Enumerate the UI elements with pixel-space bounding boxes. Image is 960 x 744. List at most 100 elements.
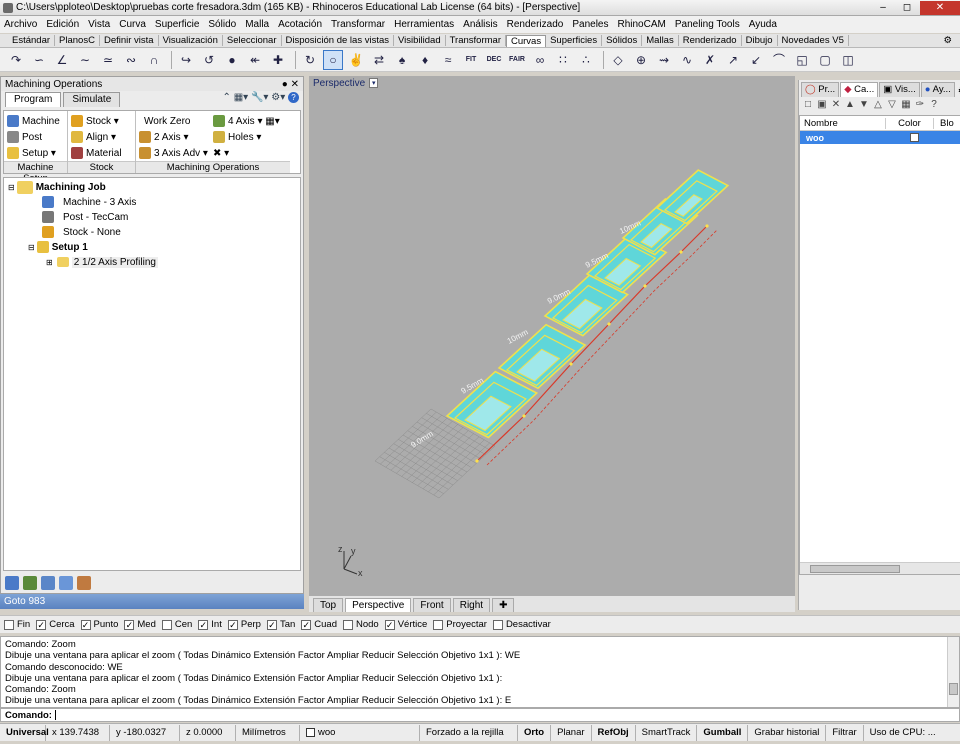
tab-solidos[interactable]: Sólidos bbox=[602, 35, 643, 46]
setup-button[interactable]: Setup ▾ bbox=[4, 145, 67, 161]
tab-novedades[interactable]: Novedades V5 bbox=[778, 35, 849, 46]
curve-control-icon[interactable]: ⊕ bbox=[631, 50, 651, 70]
curve-spiral-icon[interactable]: ∞ bbox=[530, 50, 550, 70]
tab-visualizacion[interactable]: Visualización bbox=[159, 35, 223, 46]
tool-icon[interactable] bbox=[77, 576, 91, 590]
menu-paneling-tools[interactable]: Paneling Tools bbox=[675, 19, 740, 30]
menu-ayuda[interactable]: Ayuda bbox=[749, 19, 777, 30]
move-down-icon[interactable]: ▼ bbox=[858, 99, 870, 111]
curve-cylinder-icon[interactable]: ◫ bbox=[838, 50, 858, 70]
simulate-icon[interactable] bbox=[41, 576, 55, 590]
osnap-cuad[interactable]: ✓ Cuad bbox=[301, 619, 337, 630]
tab-transformar[interactable]: Transformar bbox=[446, 35, 506, 46]
tree-node-machine[interactable]: Machine - 3 Axis bbox=[42, 195, 136, 209]
expand-icon[interactable]: ⊞ bbox=[46, 258, 53, 267]
curve-smooth-icon[interactable]: ≈ bbox=[438, 50, 458, 70]
3-axis-adv-button[interactable]: 3 Axis Adv ▾ bbox=[136, 145, 210, 161]
help-icon[interactable]: ? bbox=[928, 99, 940, 111]
wrench-icon[interactable]: 🔧▾ bbox=[251, 92, 268, 103]
close-panel-icon[interactable]: ✕ bbox=[291, 79, 299, 90]
arrow-up-icon[interactable]: ⌃ bbox=[223, 92, 231, 103]
checkbox[interactable] bbox=[342, 619, 353, 630]
curve-refit-icon[interactable]: ⇄ bbox=[369, 50, 389, 70]
help-icon[interactable]: ? bbox=[288, 92, 299, 103]
curve-loop-icon[interactable]: ↺ bbox=[199, 50, 219, 70]
scroll-thumb[interactable] bbox=[810, 565, 900, 573]
perspective-viewport[interactable]: Perspective ▾ 9.0mm 9.5mm 10mm 9.0mm 9.5mm 10m… bbox=[309, 76, 795, 596]
checkbox[interactable]: ✓ bbox=[301, 619, 312, 630]
close-button[interactable]: ✕ bbox=[920, 0, 960, 15]
menu-rhinocam[interactable]: RhinoCAM bbox=[617, 19, 665, 30]
checkbox[interactable]: ✓ bbox=[266, 619, 277, 630]
stock-button[interactable]: Stock ▾ bbox=[68, 113, 135, 129]
tree-node-operation[interactable]: ⊞ 2 1/2 Axis Profiling bbox=[46, 255, 158, 269]
menu-edicion[interactable]: Edición bbox=[46, 19, 79, 30]
curve-bend-icon[interactable]: ↞ bbox=[245, 50, 265, 70]
tab-simulate[interactable]: Simulate bbox=[63, 92, 121, 107]
osnap-tan[interactable]: ✓ Tan bbox=[266, 619, 295, 630]
curve-cross-icon[interactable]: ✚ bbox=[268, 50, 288, 70]
curve-wave-icon[interactable]: ∾ bbox=[121, 50, 141, 70]
menu-curva[interactable]: Curva bbox=[119, 19, 146, 30]
planar-toggle[interactable]: Planar bbox=[551, 724, 592, 741]
curve-split-icon[interactable]: ✗ bbox=[700, 50, 720, 70]
col-block[interactable]: Blo bbox=[934, 118, 954, 129]
osnap-int[interactable]: ✓ Int bbox=[198, 619, 222, 630]
units-status[interactable]: Milímetros bbox=[236, 724, 300, 741]
col-color[interactable]: Color bbox=[886, 117, 934, 129]
align-button[interactable]: Align ▾ bbox=[68, 129, 135, 145]
tab-program[interactable]: Program bbox=[5, 92, 62, 107]
checkbox[interactable] bbox=[433, 619, 444, 630]
tree-node-job[interactable]: ⊟ Machining Job bbox=[8, 180, 106, 194]
tab-estandar[interactable]: Estándar bbox=[8, 35, 56, 46]
gear-icon[interactable]: ⚙ bbox=[939, 35, 956, 46]
layer-up-icon[interactable]: △ bbox=[872, 99, 884, 111]
curve-dots-icon[interactable]: ∷ bbox=[553, 50, 573, 70]
browser-icon[interactable] bbox=[5, 576, 19, 590]
tools-button[interactable]: ✖ ▾ bbox=[210, 145, 232, 161]
command-cursor[interactable] bbox=[54, 710, 56, 720]
gumball-toggle[interactable]: Gumball bbox=[697, 724, 749, 741]
tab-dibujo[interactable]: Dibujo bbox=[742, 35, 778, 46]
curve-weld-icon[interactable]: ♦ bbox=[415, 50, 435, 70]
collapse-icon[interactable]: ⊟ bbox=[8, 183, 15, 192]
osnap-proyectar[interactable]: Proyectar bbox=[433, 619, 487, 630]
options-icon[interactable]: ▦▾ bbox=[234, 92, 248, 103]
tab-properties[interactable]: ◯ Pr... bbox=[801, 82, 840, 97]
curve-grid-icon[interactable]: ∴ bbox=[576, 50, 596, 70]
options-icon[interactable]: ▦▾ bbox=[265, 116, 279, 127]
osnap-fin[interactable]: Fin bbox=[4, 619, 30, 630]
history-scrollbar[interactable] bbox=[947, 637, 959, 707]
checkbox[interactable]: ✓ bbox=[36, 619, 47, 630]
curve-hand-icon[interactable]: ✌ bbox=[346, 50, 366, 70]
tools-icon[interactable]: ✑ bbox=[914, 99, 926, 111]
layer-scrollbar[interactable] bbox=[800, 562, 960, 574]
tab-top[interactable]: Top bbox=[313, 598, 344, 612]
library-icon[interactable] bbox=[59, 576, 73, 590]
gear-icon[interactable]: ⚙▾ bbox=[271, 92, 285, 103]
tab-planosc[interactable]: PlanosC bbox=[55, 35, 100, 46]
command-line[interactable]: Comando: bbox=[0, 708, 960, 722]
tab-layers[interactable]: ◆ Ca... bbox=[840, 82, 879, 97]
machine-button[interactable]: Machine bbox=[4, 113, 67, 129]
collapse-icon[interactable]: ⊟ bbox=[28, 243, 35, 252]
curve-blend-icon[interactable]: ∽ bbox=[29, 50, 49, 70]
curve-curve-icon[interactable]: ∿ bbox=[677, 50, 697, 70]
menu-renderizado[interactable]: Renderizado bbox=[507, 19, 564, 30]
checkbox[interactable]: ✓ bbox=[80, 619, 91, 630]
toolpath-icon[interactable] bbox=[23, 576, 37, 590]
osnap-desactivar[interactable]: Desactivar bbox=[492, 619, 551, 630]
osnap-nodo[interactable]: Nodo bbox=[342, 619, 379, 630]
new-sublayer-icon[interactable]: ▣ bbox=[816, 99, 828, 111]
material-button[interactable]: Material bbox=[68, 145, 135, 161]
checkbox[interactable]: ✓ bbox=[198, 619, 209, 630]
osnap-cerca[interactable]: ✓ Cerca bbox=[36, 619, 75, 630]
tab-perspective[interactable]: Perspective bbox=[345, 598, 412, 612]
filter-toggle[interactable]: Filtrar bbox=[826, 724, 864, 741]
minimize-button[interactable]: – bbox=[872, 1, 894, 15]
cplane-status[interactable]: Universal bbox=[0, 724, 49, 741]
work-zero-button[interactable]: Work Zero bbox=[136, 113, 210, 129]
checkbox[interactable] bbox=[4, 619, 14, 630]
2-axis-button[interactable]: 2 Axis ▾ bbox=[136, 129, 210, 145]
curve-round-icon[interactable]: ◱ bbox=[792, 50, 812, 70]
